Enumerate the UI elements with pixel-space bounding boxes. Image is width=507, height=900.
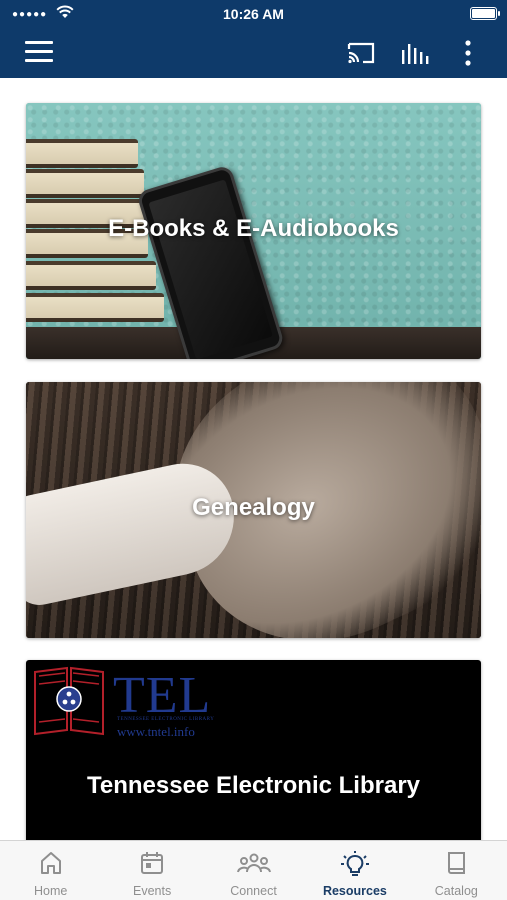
logo-abbrev: TEL bbox=[113, 667, 212, 724]
tab-catalog[interactable]: Catalog bbox=[406, 841, 507, 900]
genealogy-card[interactable]: Genealogy bbox=[26, 382, 481, 638]
people-icon bbox=[236, 853, 271, 873]
tab-bar: Home Events Connect Resources Catalog bbox=[0, 840, 507, 900]
tab-home[interactable]: Home bbox=[0, 841, 101, 900]
tab-resources[interactable]: Resources bbox=[304, 841, 405, 900]
logo-subtitle: TENNESSEE ELECTRONIC LIBRARY bbox=[117, 717, 215, 722]
ebooks-card[interactable]: E-Books & E-Audiobooks bbox=[26, 103, 481, 359]
status-bar: ●●●●● 10:26 AM bbox=[0, 0, 507, 28]
tab-label: Events bbox=[133, 884, 172, 898]
book-icon bbox=[448, 852, 466, 874]
tab-label: Catalog bbox=[434, 884, 478, 898]
tab-events[interactable]: Events bbox=[101, 841, 202, 900]
logo-url: www.tntel.info bbox=[117, 724, 195, 739]
battery-icon bbox=[470, 7, 500, 20]
card-title: E-Books & E-Audiobooks bbox=[108, 215, 399, 242]
card-title: Genealogy bbox=[192, 494, 315, 521]
home-icon bbox=[40, 852, 61, 874]
tab-label: Connect bbox=[230, 884, 277, 898]
app-header: ●●●●● 10:26 AM bbox=[0, 0, 507, 78]
tab-connect[interactable]: Connect bbox=[203, 841, 304, 900]
resources-list: E-Books & E-Audiobooks Genealogy TEL TEN… bbox=[0, 78, 507, 840]
hamburger-menu-icon[interactable] bbox=[25, 41, 53, 63]
card-title: Tennessee Electronic Library bbox=[86, 772, 421, 799]
audio-bars-icon[interactable] bbox=[400, 40, 430, 66]
tab-label: Resources bbox=[322, 884, 387, 898]
tab-label: Home bbox=[34, 884, 68, 898]
cast-icon[interactable] bbox=[346, 40, 376, 66]
lightbulb-icon bbox=[340, 851, 369, 876]
more-vertical-icon[interactable] bbox=[456, 38, 480, 68]
calendar-icon bbox=[141, 852, 164, 874]
status-time: 10:26 AM bbox=[223, 6, 284, 22]
tel-logo: TEL TENNESSEE ELECTRONIC LIBRARY www.tnt… bbox=[31, 664, 231, 739]
book-emblem-icon bbox=[34, 666, 104, 736]
screen: ●●●●● 10:26 AM E-Books & E-Audiobooks Ge… bbox=[0, 0, 507, 900]
tel-card[interactable]: TEL TENNESSEE ELECTRONIC LIBRARY www.tnt… bbox=[26, 660, 481, 840]
